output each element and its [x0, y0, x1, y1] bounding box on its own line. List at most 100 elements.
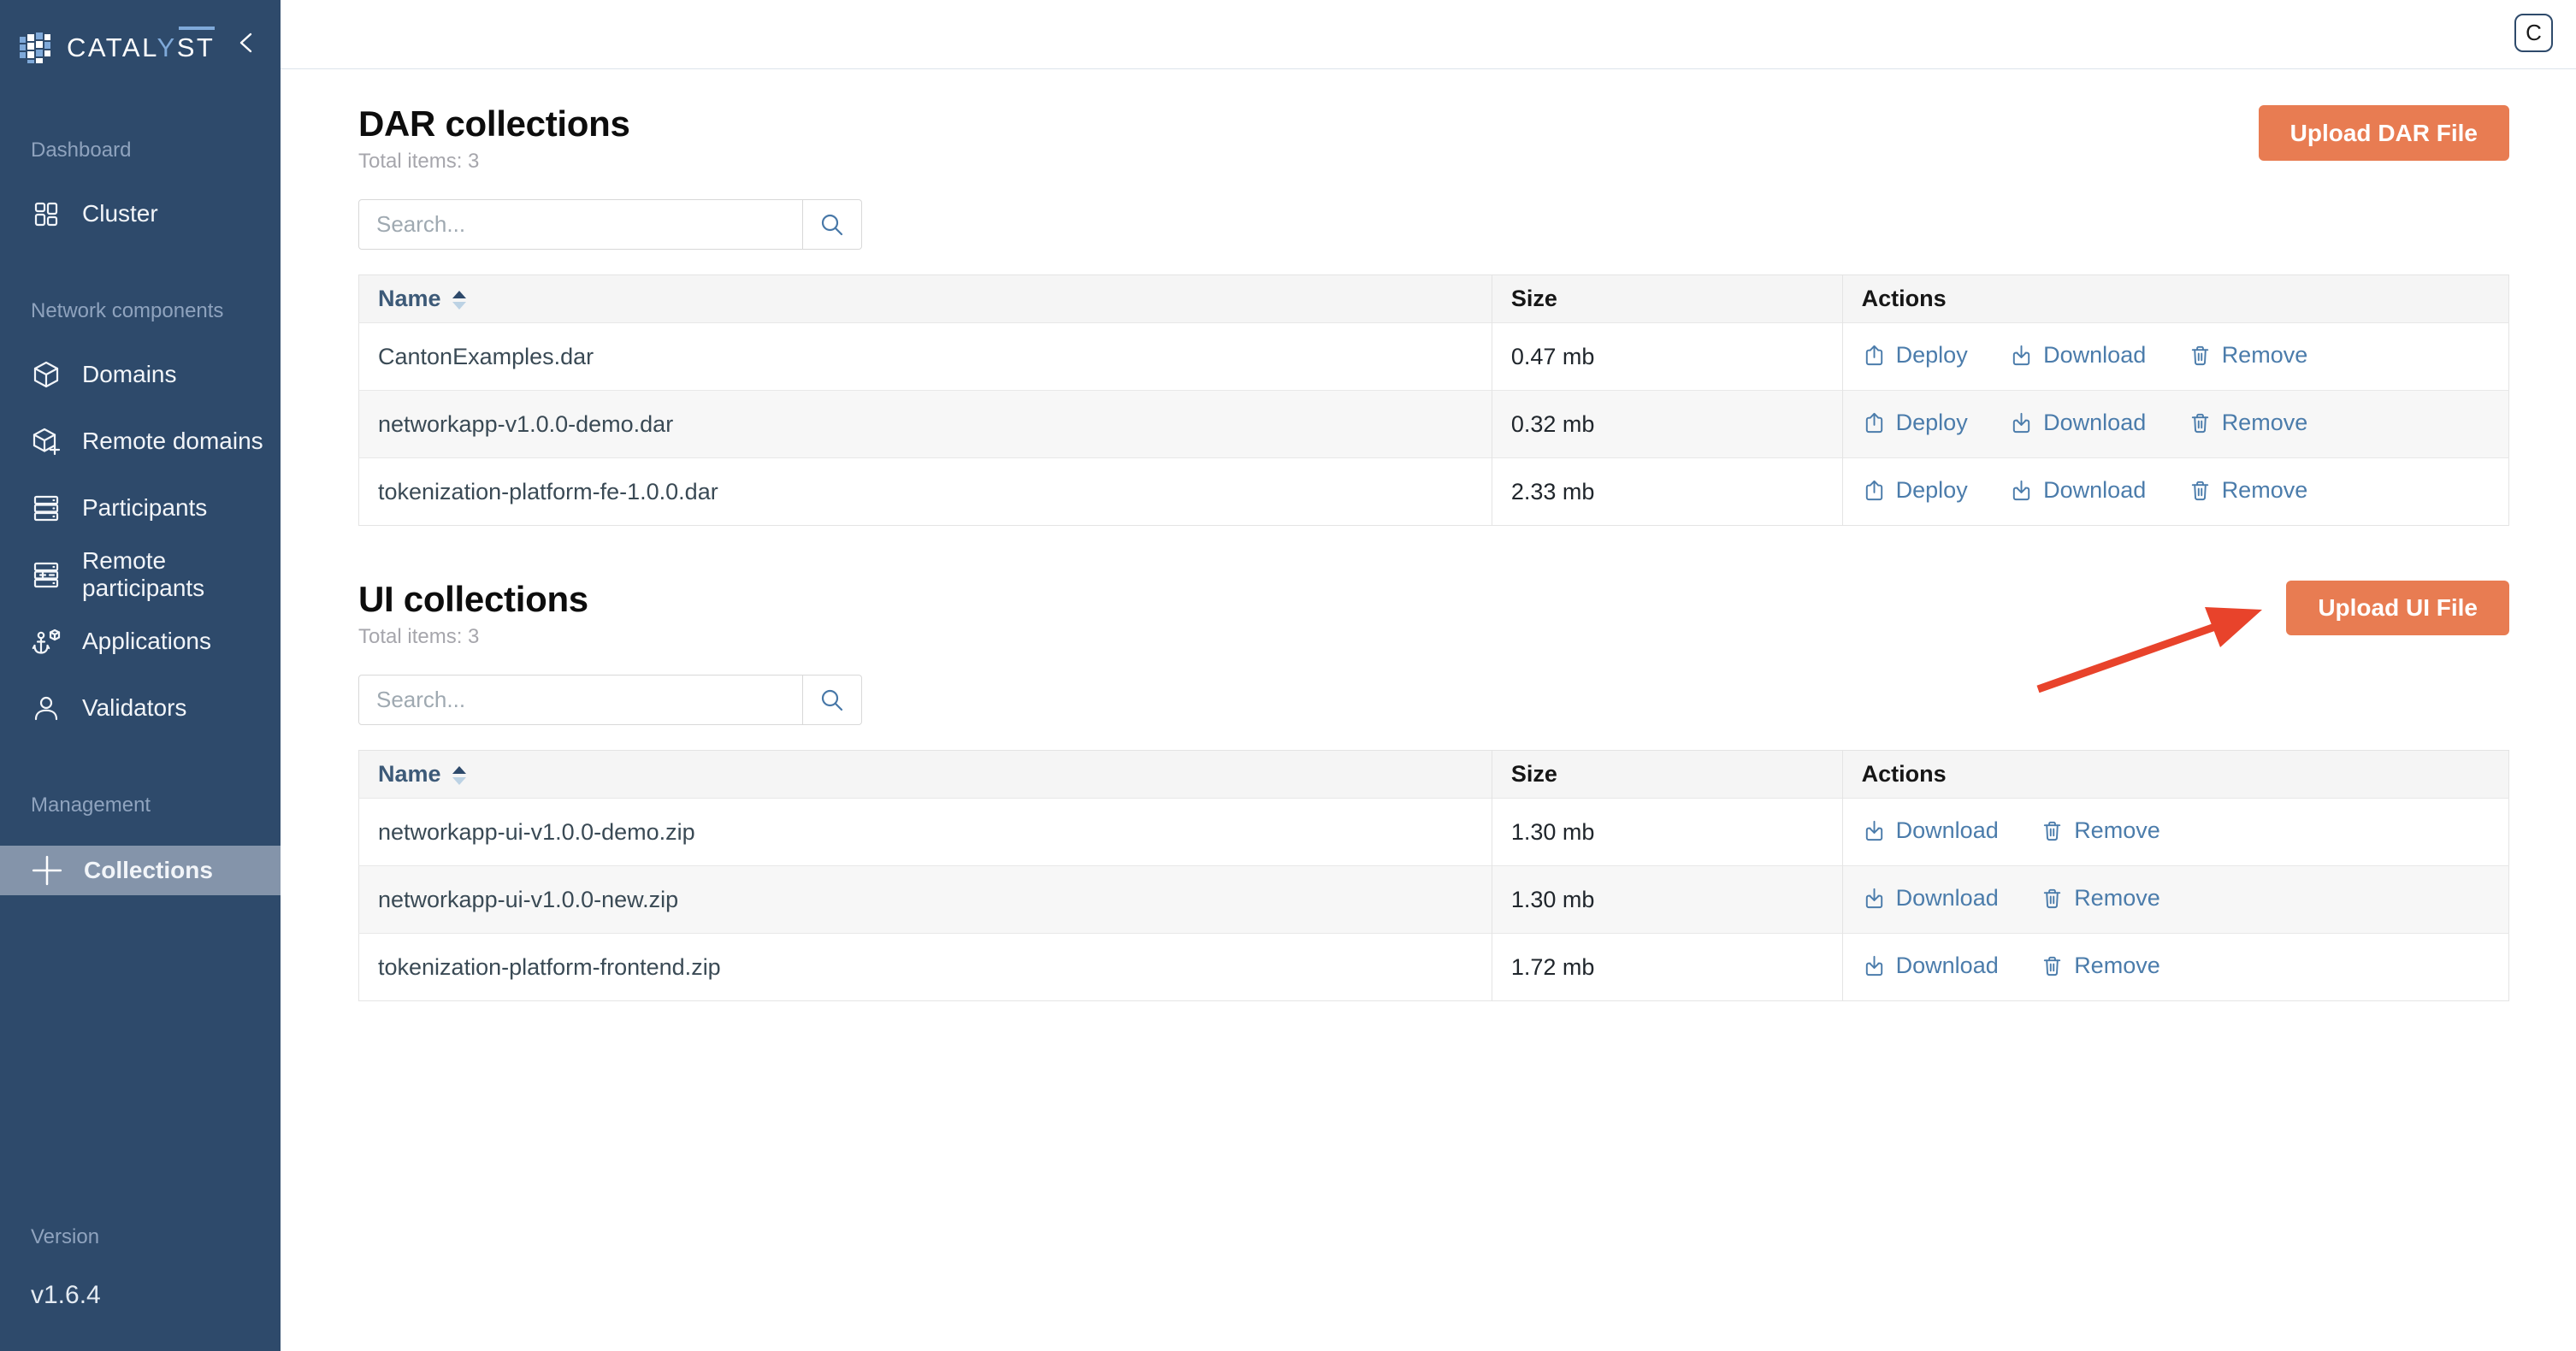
anchor-cube-icon — [31, 626, 62, 657]
sidebar-item-collections[interactable]: Collections — [0, 846, 281, 895]
upload-ui-file-button[interactable]: Upload UI File — [2286, 581, 2509, 635]
sidebar-item-label: Participants — [82, 494, 207, 522]
file-size: 1.72 mb — [1492, 934, 1842, 1001]
deploy-action[interactable]: Deploy — [1862, 477, 1968, 504]
nav-section-network-components: Network components — [0, 298, 281, 324]
file-name: networkapp-ui-v1.0.0-demo.zip — [359, 799, 1492, 866]
search-icon — [818, 687, 846, 714]
trash-icon — [2040, 818, 2065, 843]
download-action[interactable]: Download — [2009, 410, 2146, 436]
ui-collections-section: UI collections Total items: 3 Upload UI … — [358, 526, 2509, 1001]
remove-action[interactable]: Remove — [2040, 885, 2160, 911]
remove-action[interactable]: Remove — [2188, 410, 2308, 436]
file-name: networkapp-ui-v1.0.0-new.zip — [359, 866, 1492, 934]
ui-search — [358, 675, 862, 725]
file-size: 0.47 mb — [1492, 323, 1842, 391]
sort-icon[interactable] — [452, 291, 466, 310]
dar-table: Name Size Actions CantonExamples.dar 0.4… — [358, 274, 2509, 526]
sidebar-item-participants[interactable]: Participants — [0, 475, 281, 541]
table-row: networkapp-ui-v1.0.0-new.zip 1.30 mb Dow… — [359, 866, 2509, 934]
remove-action[interactable]: Remove — [2040, 953, 2160, 979]
download-action[interactable]: Download — [1862, 817, 1999, 844]
table-row: tokenization-platform-fe-1.0.0.dar 2.33 … — [359, 458, 2509, 526]
table-header-row: Name Size Actions — [359, 275, 2509, 323]
column-header-name[interactable]: Name — [359, 275, 1492, 323]
ui-table: Name Size Actions networkapp-ui-v1.0.0-d… — [358, 750, 2509, 1001]
catalyst-logo-icon — [19, 29, 58, 67]
table-row: networkapp-v1.0.0-demo.dar 0.32 mb Deplo… — [359, 391, 2509, 458]
upload-dar-file-button[interactable]: Upload DAR File — [2259, 105, 2509, 161]
dar-search — [358, 199, 862, 250]
page-title-ui: UI collections — [358, 526, 2509, 620]
nav-section-management: Management — [0, 793, 281, 818]
sidebar-item-label: Collections — [84, 857, 213, 884]
sort-icon[interactable] — [452, 766, 466, 785]
file-size: 1.30 mb — [1492, 799, 1842, 866]
download-icon — [2009, 343, 2034, 368]
download-action[interactable]: Download — [2009, 342, 2146, 369]
page-title-dar: DAR collections — [358, 69, 2509, 145]
search-button-dar[interactable] — [803, 199, 862, 250]
main-content: DAR collections Total items: 3 Upload DA… — [281, 69, 2576, 1351]
sidebar-item-validators[interactable]: Collections Validators — [0, 675, 281, 741]
table-row: tokenization-platform-frontend.zip 1.72 … — [359, 934, 2509, 1001]
sidebar-item-remote-domains[interactable]: Remote domains — [0, 408, 281, 475]
file-name: networkapp-v1.0.0-demo.dar — [359, 391, 1492, 458]
sidebar-item-label: Validators — [82, 694, 186, 722]
remove-action[interactable]: Remove — [2040, 817, 2160, 844]
search-icon — [818, 211, 846, 239]
table-row: CantonExamples.dar 0.47 mb Deploy Downlo… — [359, 323, 2509, 391]
search-input-ui[interactable] — [358, 675, 803, 725]
sidebar-item-applications[interactable]: Applications — [0, 608, 281, 675]
sidebar-item-label: Remote domains — [82, 428, 263, 455]
sidebar: CATALYST Dashboard Cluster Network compo… — [0, 0, 281, 1351]
version-value: v1.6.4 — [31, 1281, 101, 1310]
column-header-size: Size — [1492, 275, 1842, 323]
total-items-ui: Total items: 3 — [358, 625, 2509, 649]
download-icon — [2009, 478, 2034, 503]
trash-icon — [2188, 410, 2213, 435]
file-size: 1.30 mb — [1492, 866, 1842, 934]
remove-action[interactable]: Remove — [2188, 342, 2308, 369]
topbar: C — [281, 0, 2576, 69]
download-action[interactable]: Download — [1862, 885, 1999, 911]
sidebar-item-remote-participants[interactable]: Remote participants — [0, 541, 281, 608]
deploy-action[interactable]: Deploy — [1862, 410, 1968, 436]
download-icon — [2009, 410, 2034, 435]
version-block: Version v1.6.4 — [31, 1224, 101, 1310]
download-icon — [1862, 953, 1887, 978]
column-header-name[interactable]: Name — [359, 751, 1492, 799]
sidebar-item-label: Applications — [82, 628, 211, 655]
sidebar-collapse-button[interactable] — [233, 29, 262, 58]
avatar[interactable]: C — [2514, 14, 2553, 52]
app: CATALYST Dashboard Cluster Network compo… — [0, 0, 2576, 1351]
deploy-action[interactable]: Deploy — [1862, 342, 1968, 369]
deploy-icon — [1862, 343, 1887, 368]
download-icon — [1862, 886, 1887, 911]
remove-action[interactable]: Remove — [2188, 477, 2308, 504]
catalyst-logo: CATALYST — [19, 29, 215, 67]
sidebar-item-cluster[interactable]: Cluster — [0, 180, 281, 247]
sidebar-nav: Dashboard Cluster Network components Dom… — [0, 138, 281, 895]
table-row: networkapp-ui-v1.0.0-demo.zip 1.30 mb Do… — [359, 799, 2509, 866]
deploy-icon — [1862, 478, 1887, 503]
cube-icon — [31, 359, 62, 390]
file-size: 0.32 mb — [1492, 391, 1842, 458]
download-action[interactable]: Download — [2009, 477, 2146, 504]
download-action[interactable]: Download — [1862, 953, 1999, 979]
file-name: CantonExamples.dar — [359, 323, 1492, 391]
search-input-dar[interactable] — [358, 199, 803, 250]
trash-icon — [2188, 343, 2213, 368]
file-name: tokenization-platform-fe-1.0.0.dar — [359, 458, 1492, 526]
servers-plus-icon — [31, 559, 62, 590]
table-header-row: Name Size Actions — [359, 751, 2509, 799]
sidebar-item-label: Domains — [82, 361, 176, 388]
grid-icon — [31, 198, 62, 229]
dar-collections-section: DAR collections Total items: 3 Upload DA… — [358, 69, 2509, 526]
trash-icon — [2040, 953, 2065, 978]
column-header-size: Size — [1492, 751, 1842, 799]
file-name: tokenization-platform-frontend.zip — [359, 934, 1492, 1001]
search-button-ui[interactable] — [803, 675, 862, 725]
download-icon — [1862, 818, 1887, 843]
sidebar-item-domains[interactable]: Domains — [0, 341, 281, 408]
